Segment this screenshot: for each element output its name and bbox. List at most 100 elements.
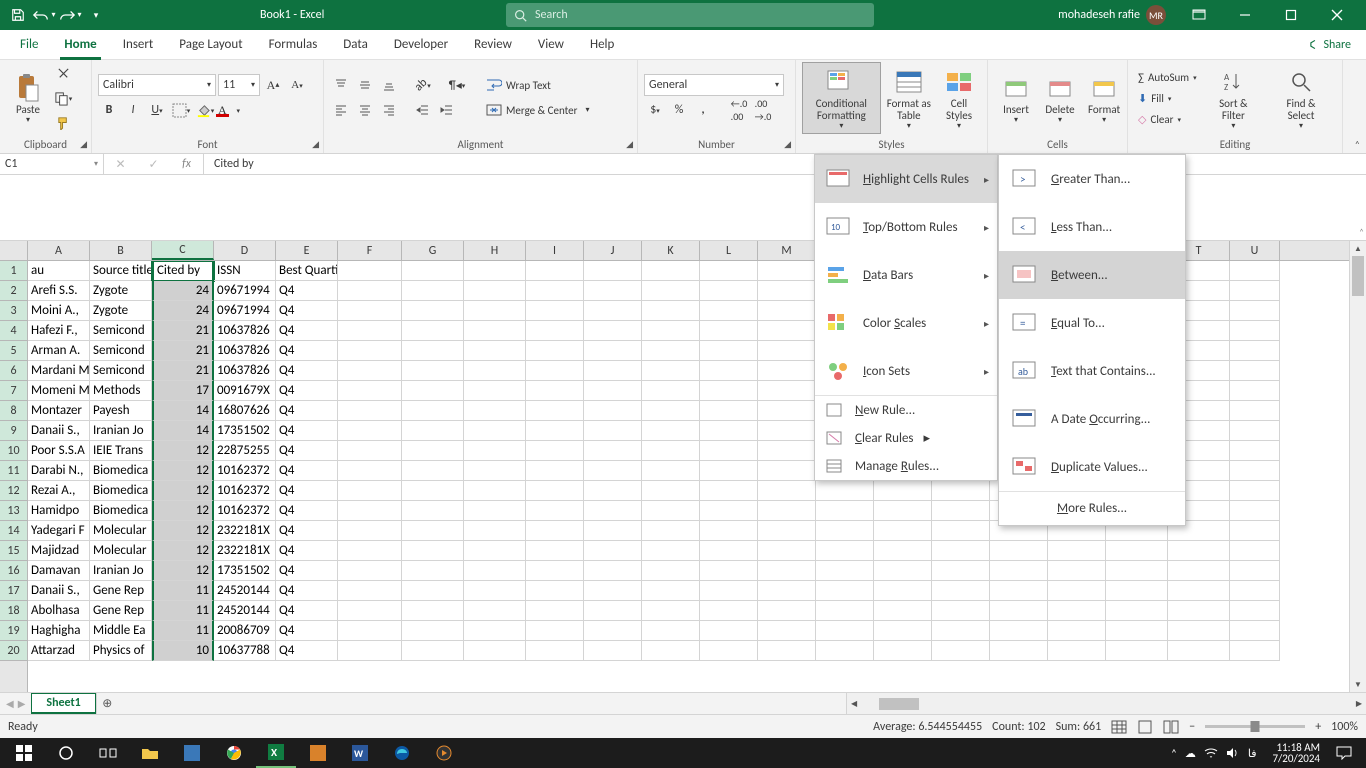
cell[interactable] <box>526 581 584 601</box>
submenu-text-contains[interactable]: abText that Contains... <box>999 347 1185 395</box>
cell[interactable] <box>700 321 758 341</box>
system-tray[interactable]: ˄ ☁ فا <box>1163 747 1265 760</box>
cell[interactable] <box>1230 501 1280 521</box>
cell[interactable] <box>642 301 700 321</box>
cell[interactable] <box>402 321 464 341</box>
cell[interactable] <box>700 421 758 441</box>
share-button[interactable]: Share <box>1299 34 1358 56</box>
cell[interactable] <box>338 521 402 541</box>
cell[interactable]: 10162372 <box>214 461 276 481</box>
cell[interactable]: Semicond <box>90 361 152 381</box>
align-top-button[interactable] <box>330 74 352 96</box>
cell[interactable] <box>338 601 402 621</box>
cell[interactable] <box>874 601 932 621</box>
cell[interactable] <box>642 361 700 381</box>
cell[interactable] <box>642 501 700 521</box>
vertical-scrollbar[interactable]: ▲ ▼ <box>1349 261 1366 692</box>
cell[interactable] <box>642 601 700 621</box>
cell[interactable]: Best Quartile <box>276 261 338 281</box>
cell[interactable] <box>758 481 816 501</box>
cell[interactable] <box>1048 581 1106 601</box>
column-header-D[interactable]: D <box>214 241 276 260</box>
cell[interactable] <box>1230 281 1280 301</box>
cell[interactable] <box>526 561 584 581</box>
view-page-break-icon[interactable] <box>1163 720 1179 734</box>
cell[interactable] <box>758 621 816 641</box>
cell[interactable] <box>1168 581 1230 601</box>
sheet-tab-sheet1[interactable]: Sheet1 <box>31 693 95 714</box>
cell[interactable] <box>758 541 816 561</box>
decrease-decimal-button[interactable]: .00→.0 <box>752 99 774 121</box>
action-center-icon[interactable] <box>1328 738 1360 768</box>
align-right-button[interactable] <box>378 99 400 121</box>
submenu-duplicate-values[interactable]: Duplicate Values... <box>999 443 1185 491</box>
cell[interactable]: Darabi N., <box>28 461 90 481</box>
cell[interactable] <box>584 621 642 641</box>
cell[interactable] <box>816 501 874 521</box>
cell[interactable] <box>642 281 700 301</box>
cell[interactable] <box>584 381 642 401</box>
cell[interactable] <box>584 321 642 341</box>
cell[interactable] <box>1106 621 1168 641</box>
cell[interactable]: 10162372 <box>214 481 276 501</box>
cell[interactable] <box>990 541 1048 561</box>
cell[interactable]: 24520144 <box>214 601 276 621</box>
format-as-table-button[interactable]: Format as Table▾ <box>881 62 937 134</box>
cell[interactable] <box>402 521 464 541</box>
sheet-nav-next-icon[interactable]: ▶ <box>18 697 26 710</box>
font-color-button[interactable]: A▾ <box>218 99 240 121</box>
submenu-between[interactable]: Between... <box>999 251 1185 299</box>
cell[interactable] <box>584 441 642 461</box>
cell[interactable] <box>1168 601 1230 621</box>
cell[interactable]: 0091679X <box>214 381 276 401</box>
cell[interactable]: Q4 <box>276 481 338 501</box>
row-header[interactable]: 17 <box>0 581 27 601</box>
row-header[interactable]: 13 <box>0 501 27 521</box>
cell[interactable] <box>464 481 526 501</box>
cell[interactable] <box>932 641 990 661</box>
row-header[interactable]: 18 <box>0 601 27 621</box>
cell[interactable] <box>338 401 402 421</box>
cell[interactable] <box>758 501 816 521</box>
cell[interactable]: Q4 <box>276 501 338 521</box>
cell[interactable] <box>584 261 642 281</box>
cell[interactable] <box>1048 541 1106 561</box>
ribbon-display-options[interactable] <box>1176 0 1222 30</box>
increase-indent-button[interactable] <box>436 99 458 121</box>
new-sheet-button[interactable]: ⊕ <box>96 693 118 714</box>
cell[interactable] <box>402 461 464 481</box>
cell[interactable] <box>1230 301 1280 321</box>
cell[interactable] <box>932 501 990 521</box>
font-size-combo[interactable]: 11▾ <box>218 74 260 96</box>
cell[interactable]: 12 <box>152 561 214 581</box>
cell[interactable] <box>338 421 402 441</box>
cell[interactable]: 11 <box>152 601 214 621</box>
cell[interactable] <box>584 521 642 541</box>
menu-data-bars[interactable]: Data Bars▸ <box>815 251 997 299</box>
enter-edit-icon[interactable]: ✓ <box>143 154 165 174</box>
cell[interactable] <box>642 641 700 661</box>
submenu-more-rules[interactable]: More Rules... <box>999 491 1185 525</box>
cell[interactable] <box>700 361 758 381</box>
cell[interactable] <box>1106 561 1168 581</box>
insert-function-icon[interactable]: fx <box>176 154 198 174</box>
cell[interactable] <box>584 281 642 301</box>
cell[interactable] <box>338 301 402 321</box>
cell[interactable] <box>464 601 526 621</box>
cell[interactable] <box>584 401 642 421</box>
cell[interactable] <box>402 441 464 461</box>
cell[interactable] <box>584 601 642 621</box>
cell[interactable]: Methods <box>90 381 152 401</box>
cell[interactable] <box>758 641 816 661</box>
cell[interactable] <box>758 361 816 381</box>
cell[interactable]: Q4 <box>276 361 338 381</box>
cell[interactable]: 09671994 <box>214 281 276 301</box>
tab-home[interactable]: Home <box>52 30 108 60</box>
cancel-edit-icon[interactable]: ✕ <box>110 154 132 174</box>
borders-button[interactable]: ▾ <box>170 99 192 121</box>
taskbar-clock[interactable]: 11:18 AM 7/20/2024 <box>1264 742 1328 764</box>
cell-styles-button[interactable]: Cell Styles▾ <box>937 62 981 134</box>
cell[interactable]: 10162372 <box>214 501 276 521</box>
cell[interactable] <box>402 401 464 421</box>
cell[interactable] <box>1048 621 1106 641</box>
